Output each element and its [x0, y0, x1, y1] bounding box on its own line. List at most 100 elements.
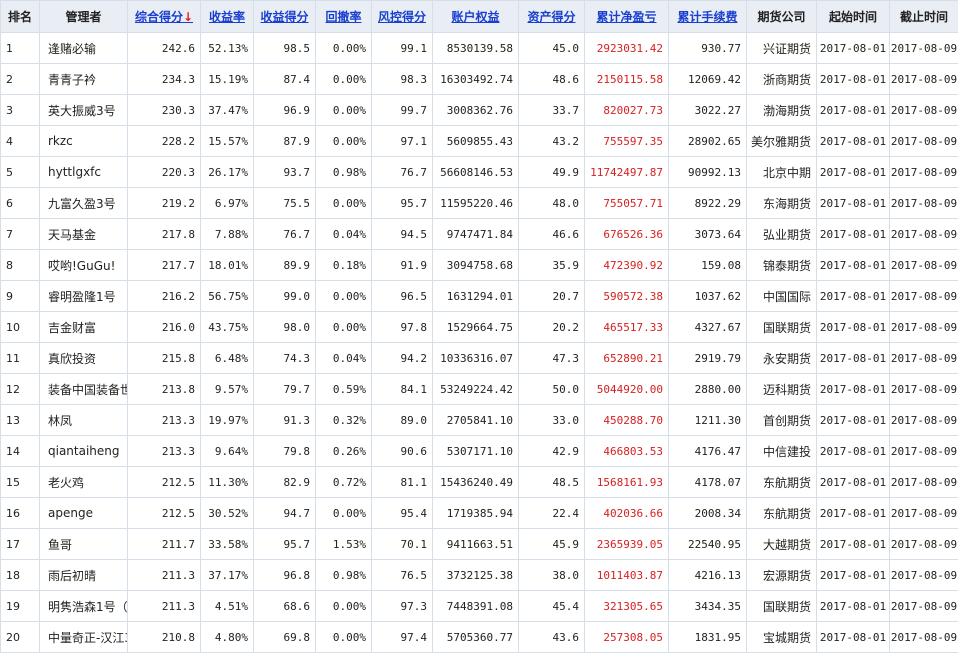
equity-cell: 56608146.53 [433, 157, 519, 188]
start-date-cell: 2017-08-01 [817, 374, 890, 405]
return-rate-cell: 52.13% [201, 33, 254, 64]
company-cell: 东航期货 [747, 498, 817, 529]
table-row: 15老火鸡212.511.30%82.90.72%81.115436240.49… [1, 467, 958, 498]
risk-score-cell: 97.8 [372, 312, 433, 343]
rank-cell: 12 [1, 374, 40, 405]
drawdown-cell: 0.26% [316, 436, 372, 467]
header-score[interactable]: 综合得分↓ [128, 1, 201, 33]
asset-score-cell: 20.2 [519, 312, 585, 343]
equity-cell: 3008362.76 [433, 95, 519, 126]
drawdown-cell: 0.00% [316, 281, 372, 312]
rank-cell: 2 [1, 64, 40, 95]
equity-cell: 11595220.46 [433, 188, 519, 219]
rank-cell: 5 [1, 157, 40, 188]
score-cell: 212.5 [128, 498, 201, 529]
risk-score-cell: 98.3 [372, 64, 433, 95]
end-date-cell: 2017-08-09 [890, 188, 958, 219]
risk-score-cell: 91.9 [372, 250, 433, 281]
manager-link[interactable]: 英大振威3号 [40, 95, 128, 126]
start-date-cell: 2017-08-01 [817, 219, 890, 250]
return-rate-cell: 37.17% [201, 560, 254, 591]
header-end: 截止时间 [890, 1, 958, 33]
manager-link[interactable]: 明隽浩森1号（J [40, 591, 128, 622]
asset-score-cell: 42.9 [519, 436, 585, 467]
return-rate-cell: 6.97% [201, 188, 254, 219]
start-date-cell: 2017-08-01 [817, 498, 890, 529]
manager-link[interactable]: hyttlgxfc [40, 157, 128, 188]
score-cell: 219.2 [128, 188, 201, 219]
score-cell: 216.2 [128, 281, 201, 312]
rank-cell: 1 [1, 33, 40, 64]
header-equity[interactable]: 账户权益 [433, 1, 519, 33]
rank-cell: 11 [1, 343, 40, 374]
manager-link[interactable]: 九富久盈3号 [40, 188, 128, 219]
manager-link[interactable]: 吉金财富 [40, 312, 128, 343]
header-return-score[interactable]: 收益得分 [254, 1, 316, 33]
table-header-row: 排名 管理者 综合得分↓ 收益率 收益得分 回撤率 风控得分 账户权益 资产得分… [1, 1, 958, 33]
return-score-cell: 87.9 [254, 126, 316, 157]
table-row: 2青青子衿234.315.19%87.40.00%98.316303492.74… [1, 64, 958, 95]
fees-cell: 1211.30 [669, 405, 747, 436]
fees-cell: 2919.79 [669, 343, 747, 374]
manager-link[interactable]: 雨后初晴 [40, 560, 128, 591]
rank-cell: 6 [1, 188, 40, 219]
header-fees[interactable]: 累计手续费 [669, 1, 747, 33]
drawdown-cell: 0.98% [316, 560, 372, 591]
net-profit-cell: 450288.70 [585, 405, 669, 436]
company-cell: 浙商期货 [747, 64, 817, 95]
equity-cell: 3094758.68 [433, 250, 519, 281]
manager-link[interactable]: 睿明盈隆1号 [40, 281, 128, 312]
end-date-cell: 2017-08-09 [890, 498, 958, 529]
return-rate-cell: 33.58% [201, 529, 254, 560]
drawdown-cell: 0.00% [316, 64, 372, 95]
manager-link[interactable]: apenge [40, 498, 128, 529]
net-profit-cell: 755597.35 [585, 126, 669, 157]
end-date-cell: 2017-08-09 [890, 312, 958, 343]
header-asset-score[interactable]: 资产得分 [519, 1, 585, 33]
manager-link[interactable]: 老火鸡 [40, 467, 128, 498]
fees-cell: 3073.64 [669, 219, 747, 250]
rank-cell: 16 [1, 498, 40, 529]
end-date-cell: 2017-08-09 [890, 467, 958, 498]
net-profit-cell: 5044920.00 [585, 374, 669, 405]
manager-link[interactable]: 装备中国装备世 [40, 374, 128, 405]
net-profit-cell: 590572.38 [585, 281, 669, 312]
asset-score-cell: 43.6 [519, 622, 585, 653]
asset-score-cell: 38.0 [519, 560, 585, 591]
manager-link[interactable]: 真欣投资 [40, 343, 128, 374]
start-date-cell: 2017-08-01 [817, 343, 890, 374]
manager-link[interactable]: 林凤 [40, 405, 128, 436]
drawdown-cell: 0.00% [316, 95, 372, 126]
company-cell: 中信建投 [747, 436, 817, 467]
asset-score-cell: 48.6 [519, 64, 585, 95]
table-row: 6九富久盈3号219.26.97%75.50.00%95.711595220.4… [1, 188, 958, 219]
table-row: 16apenge212.530.52%94.70.00%95.41719385.… [1, 498, 958, 529]
return-score-cell: 95.7 [254, 529, 316, 560]
fees-cell: 90992.13 [669, 157, 747, 188]
score-cell: 211.3 [128, 560, 201, 591]
start-date-cell: 2017-08-01 [817, 560, 890, 591]
header-return-rate[interactable]: 收益率 [201, 1, 254, 33]
end-date-cell: 2017-08-09 [890, 157, 958, 188]
return-rate-cell: 26.17% [201, 157, 254, 188]
manager-link[interactable]: rkzc [40, 126, 128, 157]
equity-cell: 9747471.84 [433, 219, 519, 250]
fees-cell: 4216.13 [669, 560, 747, 591]
equity-cell: 15436240.49 [433, 467, 519, 498]
manager-link[interactable]: 逢赌必输 [40, 33, 128, 64]
risk-score-cell: 90.6 [372, 436, 433, 467]
end-date-cell: 2017-08-09 [890, 405, 958, 436]
header-risk-score[interactable]: 风控得分 [372, 1, 433, 33]
header-net-profit[interactable]: 累计净盈亏 [585, 1, 669, 33]
manager-link[interactable]: 鱼哥 [40, 529, 128, 560]
net-profit-cell: 11742497.87 [585, 157, 669, 188]
rank-cell: 19 [1, 591, 40, 622]
manager-link[interactable]: 中量奇正-汉江3 [40, 622, 128, 653]
fees-cell: 1831.95 [669, 622, 747, 653]
manager-link[interactable]: 天马基金 [40, 219, 128, 250]
manager-link[interactable]: qiantaiheng [40, 436, 128, 467]
company-cell: 国联期货 [747, 312, 817, 343]
header-drawdown[interactable]: 回撤率 [316, 1, 372, 33]
manager-link[interactable]: 哎哟!GuGu! [40, 250, 128, 281]
manager-link[interactable]: 青青子衿 [40, 64, 128, 95]
